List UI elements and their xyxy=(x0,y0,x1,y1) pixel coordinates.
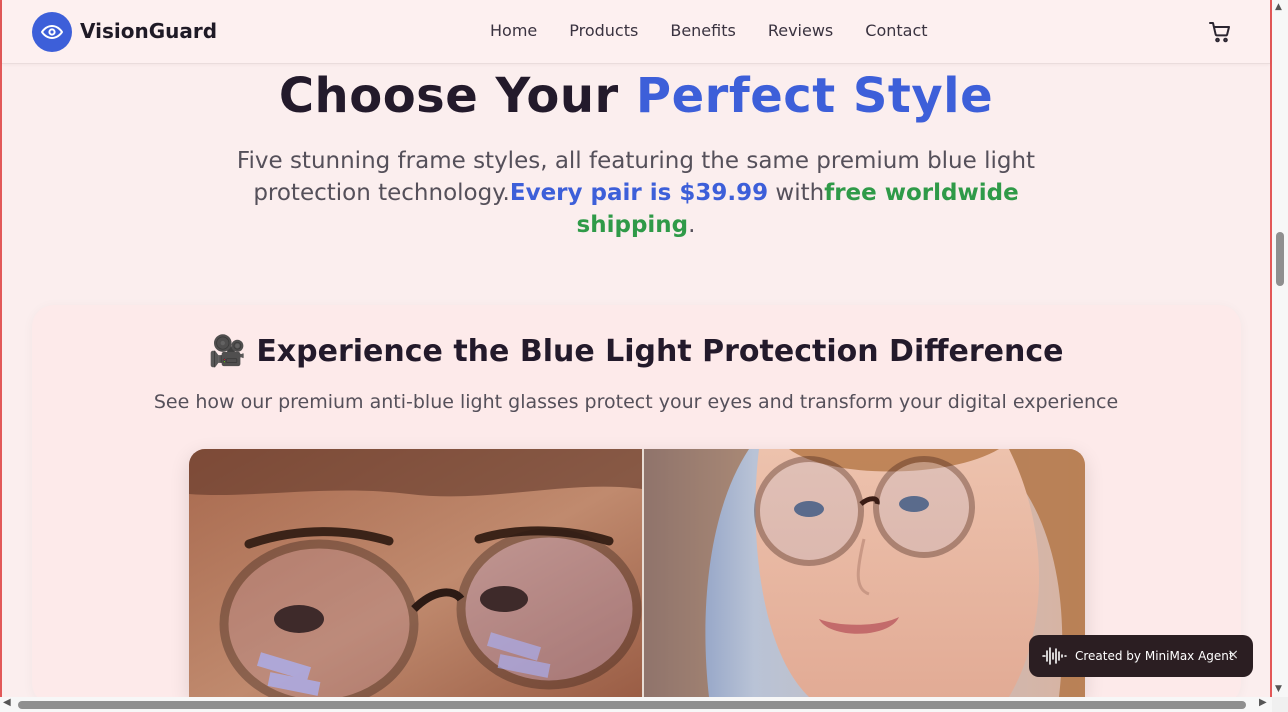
nav-link-contact[interactable]: Contact xyxy=(865,21,927,40)
logo[interactable] xyxy=(32,12,72,52)
close-icon[interactable]: × xyxy=(1227,647,1239,663)
hero-title-part1: Choose Your xyxy=(278,68,636,124)
navbar: VisionGuard Home Products Benefits Revie… xyxy=(2,0,1270,64)
comparison-image xyxy=(189,449,1085,697)
nav-link-reviews[interactable]: Reviews xyxy=(768,21,833,40)
hero-title-accent: Perfect Style xyxy=(635,68,994,124)
scroll-left-arrow-icon[interactable]: ◀ xyxy=(3,697,11,708)
card-subtitle: See how our premium anti-blue light glas… xyxy=(153,391,1119,413)
nav-link-home[interactable]: Home xyxy=(490,21,537,40)
price-highlight: Every pair is $39.99 xyxy=(509,180,769,206)
scroll-right-arrow-icon[interactable]: ▶ xyxy=(1259,697,1267,708)
scroll-up-arrow-icon[interactable]: ▲ xyxy=(1275,2,1282,12)
comparison-video[interactable] xyxy=(189,449,1085,697)
created-by-badge[interactable]: Created by MiniMax Agent × xyxy=(1029,635,1253,677)
brand-name[interactable]: VisionGuard xyxy=(80,19,217,43)
eye-icon xyxy=(41,25,63,39)
scrollbar-corner xyxy=(1272,697,1288,712)
hero-subtitle-end: . xyxy=(688,212,696,238)
horizontal-scrollbar[interactable]: ◀ ▶ xyxy=(0,697,1272,712)
nav-link-benefits[interactable]: Benefits xyxy=(670,21,736,40)
waveform-icon xyxy=(1042,647,1067,665)
horizontal-scroll-thumb[interactable] xyxy=(18,701,1246,709)
nav-menu: Home Products Benefits Reviews Contact xyxy=(490,21,928,40)
vertical-scroll-thumb[interactable] xyxy=(1276,232,1284,286)
vertical-scrollbar[interactable]: ▲ ▼ xyxy=(1272,0,1288,697)
card-title: 🎥 Experience the Blue Light Protection D… xyxy=(0,334,1272,369)
cart-icon[interactable] xyxy=(1208,20,1232,44)
nav-link-products[interactable]: Products xyxy=(569,21,638,40)
scroll-down-arrow-icon[interactable]: ▼ xyxy=(1275,684,1282,694)
video-camera-icon: 🎥 xyxy=(208,334,246,369)
card-title-text: Experience the Blue Light Protection Dif… xyxy=(256,334,1064,369)
hero-subtitle: Five stunning frame styles, all featurin… xyxy=(200,145,1072,241)
hero-title: Choose Your Perfect Style xyxy=(0,68,1272,124)
hero-subtitle-with: with xyxy=(768,180,825,206)
badge-text: Created by MiniMax Agent xyxy=(1075,649,1234,663)
